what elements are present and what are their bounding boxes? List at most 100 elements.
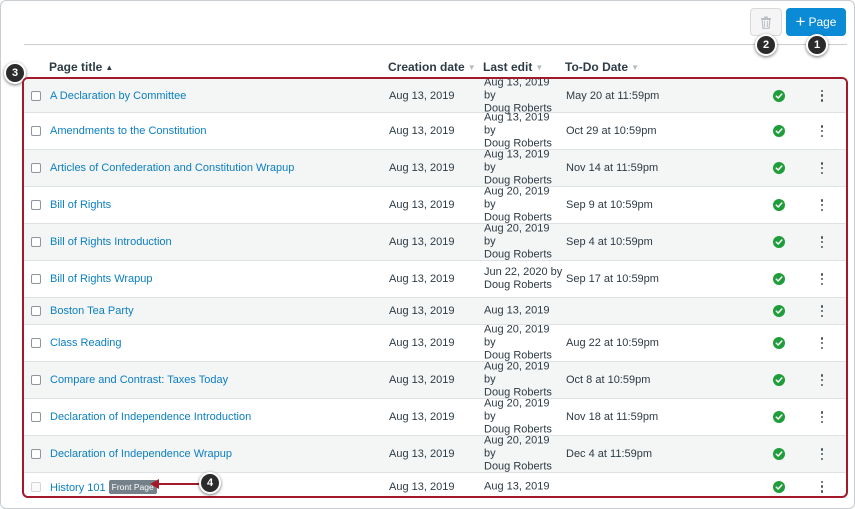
delete-pages-button[interactable] (750, 8, 782, 36)
add-page-button[interactable]: + Page (786, 8, 846, 36)
creation-date: Aug 13, 2019 (389, 89, 455, 102)
page-title-link[interactable]: A Declaration by Committee (50, 90, 186, 102)
more-options-icon[interactable] (817, 336, 827, 350)
callout-marker-1: 1 (806, 34, 828, 56)
row-select-checkbox[interactable] (31, 90, 41, 101)
published-check-icon[interactable] (773, 448, 785, 460)
row-select-checkbox[interactable] (31, 449, 41, 459)
published-check-icon[interactable] (773, 236, 785, 248)
table-row: Declaration of Independence Introduction… (24, 398, 846, 436)
page-title-link[interactable]: Declaration of Independence Wrapup (50, 448, 232, 460)
table-row: A Declaration by Committee Aug 13, 2019 Au… (24, 77, 846, 114)
last-edit: Aug 20, 2019 by Doug Roberts (484, 360, 552, 399)
published-check-icon[interactable] (773, 411, 785, 423)
column-header-todo-date[interactable]: To-Do Date ▼ (565, 60, 639, 74)
table-header: Page title ▲ Creation date ▼ Last edit ▼ To… (24, 56, 848, 78)
last-edit: Aug 20, 2019 by Doug Roberts (484, 434, 552, 473)
published-check-icon[interactable] (773, 89, 785, 102)
row-select-checkbox[interactable] (31, 274, 41, 284)
more-options-icon[interactable] (817, 272, 827, 286)
sort-caret-icon: ▼ (467, 63, 476, 72)
creation-date: Aug 13, 2019 (389, 448, 455, 460)
last-edit: Jun 22, 2020 by Doug Roberts (484, 266, 563, 291)
column-header-last-edit[interactable]: Last edit ▼ (483, 60, 543, 74)
column-header-page-title[interactable]: Page title ▲ (49, 60, 113, 74)
creation-date: Aug 13, 2019 (389, 199, 455, 211)
table-row: History 101 Front Page Aug 13, 2019 Aug 13,… (24, 473, 846, 496)
more-options-icon[interactable] (817, 304, 827, 318)
todo-date: Oct 29 at 10:59pm (566, 125, 657, 137)
published-check-icon[interactable] (773, 337, 785, 349)
page-title-link[interactable]: Amendments to the Constitution (50, 125, 207, 137)
todo-date: Oct 8 at 10:59pm (566, 374, 651, 386)
published-check-icon[interactable] (773, 162, 785, 174)
page-title-link[interactable]: Boston Tea Party (50, 305, 134, 317)
last-edit: Aug 20, 2019 by Doug Roberts (484, 185, 552, 224)
row-select-checkbox[interactable] (31, 338, 41, 348)
published-check-icon[interactable] (773, 273, 785, 285)
table-row: Bill of Rights Introduction Aug 13, 2019 A… (24, 222, 846, 261)
last-edit: Aug 13, 2019 by Doug Roberts (484, 111, 552, 150)
creation-date: Aug 13, 2019 (389, 236, 455, 248)
row-select-checkbox (31, 481, 41, 492)
table-row: Compare and Contrast: Taxes Today Aug 13,… (24, 360, 846, 399)
published-check-icon[interactable] (773, 374, 785, 386)
row-select-checkbox[interactable] (31, 200, 41, 210)
page-title-link[interactable]: Bill of Rights Wrapup (50, 273, 153, 285)
more-options-icon[interactable] (817, 124, 827, 138)
table-row: Amendments to the Constitution Aug 13, 20… (24, 111, 846, 150)
todo-date: Dec 4 at 11:59pm (566, 448, 653, 460)
creation-date: Aug 13, 2019 (389, 162, 455, 174)
creation-date: Aug 13, 2019 (389, 337, 455, 349)
page-title-link[interactable]: Declaration of Independence Introduction (50, 411, 251, 423)
page-title-link[interactable]: Class Reading (50, 337, 122, 349)
more-options-icon[interactable] (817, 89, 827, 103)
todo-date: Aug 22 at 10:59pm (566, 337, 659, 349)
row-select-checkbox[interactable] (31, 126, 41, 136)
table-row: Boston Tea Party Aug 13, 2019 Aug 13, 2019 (24, 298, 846, 325)
page-title-link[interactable]: Articles of Confederation and Constituti… (50, 162, 294, 174)
page-title-link[interactable]: Bill of Rights (50, 199, 111, 211)
last-edit: Aug 20, 2019 by Doug Roberts (484, 222, 552, 261)
last-edit: Aug 13, 2019 (484, 304, 550, 317)
more-options-icon[interactable] (817, 235, 827, 249)
callout-arrow-head (150, 479, 159, 489)
last-edit: Aug 13, 2019 by Doug Roberts (484, 77, 552, 114)
todo-date: Nov 18 at 11:59pm (566, 411, 659, 423)
more-options-icon[interactable] (817, 198, 827, 212)
more-options-icon[interactable] (817, 161, 827, 175)
last-edit: Aug 20, 2019 by Doug Roberts (484, 323, 552, 362)
row-select-checkbox[interactable] (31, 375, 41, 385)
more-options-icon[interactable] (817, 480, 827, 494)
page-title-link[interactable]: Compare and Contrast: Taxes Today (50, 374, 228, 386)
more-options-icon[interactable] (817, 373, 827, 387)
row-select-checkbox[interactable] (31, 412, 41, 422)
todo-date: May 20 at 11:59pm (566, 89, 660, 102)
published-check-icon[interactable] (773, 125, 785, 137)
table-row: Bill of Rights Wrapup Aug 13, 2019 Jun 22,… (24, 261, 846, 298)
row-select-checkbox[interactable] (31, 163, 41, 173)
callout-marker-2: 2 (755, 34, 777, 56)
row-select-checkbox[interactable] (31, 237, 41, 247)
last-edit: Aug 13, 2019 by Doug Roberts (484, 148, 552, 187)
creation-date: Aug 13, 2019 (389, 480, 455, 493)
todo-date: Sep 4 at 10:59pm (566, 236, 653, 248)
more-options-icon[interactable] (817, 447, 827, 461)
column-header-creation-date[interactable]: Creation date ▼ (388, 60, 476, 74)
published-check-icon[interactable] (773, 480, 785, 493)
todo-date: Nov 14 at 11:59pm (566, 162, 659, 174)
page-title-link[interactable]: Bill of Rights Introduction (50, 236, 172, 248)
table-row: Bill of Rights Aug 13, 2019 Aug 20, 2019 b… (24, 185, 846, 224)
published-check-icon[interactable] (773, 199, 785, 211)
callout-marker-4: 4 (199, 472, 221, 494)
add-page-label: Page (808, 15, 837, 29)
more-options-icon[interactable] (817, 410, 827, 424)
todo-date: Sep 17 at 10:59pm (566, 273, 659, 285)
creation-date: Aug 13, 2019 (389, 411, 455, 423)
todo-date: Sep 9 at 10:59pm (566, 199, 653, 211)
page-title-link[interactable]: History 101 Front Page (50, 479, 157, 494)
row-select-checkbox[interactable] (31, 306, 41, 316)
last-edit: Aug 13, 2019 (484, 480, 550, 492)
published-check-icon[interactable] (773, 305, 785, 317)
creation-date: Aug 13, 2019 (389, 305, 455, 317)
